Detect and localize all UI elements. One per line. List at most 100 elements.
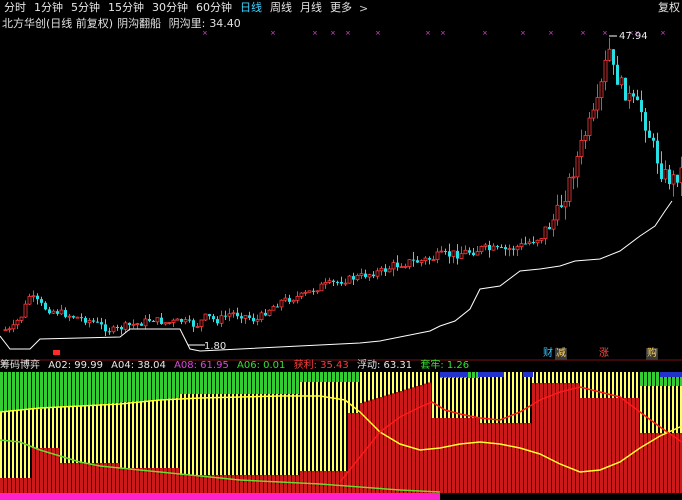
- red-bar: [104, 463, 108, 493]
- tab-daily[interactable]: 日线: [236, 0, 266, 16]
- candle-body: [579, 139, 584, 157]
- yellow-bar: [408, 372, 410, 389]
- yellow-bar: [332, 382, 334, 471]
- candle-body: [543, 226, 548, 239]
- yellow-bar: [64, 406, 66, 463]
- candle-body: [355, 275, 360, 280]
- yellow-bar: [644, 386, 646, 433]
- red-bar: [432, 418, 436, 493]
- chart-title-bar: 北方华创(日线 前复权) 阴沟翻船 阴沟里: 34.40: [2, 17, 245, 31]
- candle-body: [668, 169, 671, 185]
- red-bar: [564, 383, 568, 493]
- yellow-bar: [96, 404, 98, 463]
- red-bar: [300, 471, 304, 493]
- red-bar: [380, 397, 384, 493]
- candle-body: [188, 319, 191, 321]
- green-bar: [200, 372, 203, 394]
- tab-30min[interactable]: 30分钟: [148, 0, 192, 16]
- red-bar: [492, 423, 496, 493]
- red-bar: [416, 386, 420, 493]
- candle-body: [451, 250, 456, 257]
- red-bar: [584, 398, 588, 493]
- candle-body: [527, 241, 532, 245]
- candle-body: [555, 204, 560, 221]
- red-bar: [176, 468, 180, 493]
- tab-weekly[interactable]: 周线: [266, 0, 296, 16]
- chip-game-chart[interactable]: [0, 372, 682, 500]
- sub-indicator-header: 筹码博弈 A02: 99.99 A04: 38.04 A08: 61.95 A0…: [0, 360, 682, 372]
- candle-body: [212, 316, 215, 320]
- tab-5min[interactable]: 5分钟: [67, 0, 104, 16]
- green-bar: [152, 372, 155, 400]
- red-bar: [348, 413, 352, 493]
- candle-body: [140, 323, 143, 326]
- green-bar: [4, 372, 7, 412]
- yellow-bar: [484, 372, 486, 423]
- yellow-bar: [124, 402, 126, 468]
- green-bar: [148, 372, 151, 401]
- x-mark: ×: [548, 31, 554, 37]
- red-bar: [44, 448, 48, 493]
- candle-body: [192, 320, 195, 327]
- candle-body: [195, 326, 200, 328]
- yellow-bar: [228, 394, 230, 475]
- candle-body: [248, 315, 251, 318]
- green-bar: [264, 372, 267, 394]
- red-bar: [76, 463, 80, 493]
- candle-body: [619, 77, 624, 86]
- green-bar: [136, 372, 139, 402]
- red-bar: [40, 448, 44, 493]
- restore-rights-button[interactable]: 复权: [658, 0, 680, 16]
- red-bar: [200, 475, 204, 493]
- red-bar: [320, 471, 324, 493]
- candlestick-chart[interactable]: × × × × × × × × × × × × × × × × 47.94 1.80: [0, 31, 682, 361]
- red-bar: [512, 423, 516, 493]
- red-bar: [664, 433, 668, 493]
- tab-15min[interactable]: 15分钟: [104, 0, 148, 16]
- candle-body: [116, 327, 119, 329]
- red-bar: [316, 471, 320, 493]
- red-bar: [536, 383, 540, 493]
- a06-value: A06: 0.01: [237, 360, 286, 371]
- yellow-bar: [368, 372, 370, 401]
- candle-body: [36, 295, 39, 300]
- candle-body: [439, 250, 444, 253]
- stock-name: 北方华创(日线 前复权): [2, 17, 114, 30]
- red-bar: [624, 398, 628, 493]
- candle-body: [255, 319, 260, 322]
- green-bar: [308, 372, 311, 382]
- tab-1min[interactable]: 1分钟: [30, 0, 67, 16]
- candle-body: [463, 249, 468, 255]
- red-bar: [592, 398, 596, 493]
- tab-more[interactable]: 更多: [326, 0, 356, 16]
- green-bar: [268, 372, 271, 394]
- tab-monthly[interactable]: 月线: [296, 0, 326, 16]
- chevron-right-icon[interactable]: >: [356, 2, 371, 15]
- yellow-bar: [428, 372, 430, 383]
- yellow-bar: [444, 378, 446, 418]
- green-bar: [172, 372, 175, 399]
- tab-intraday[interactable]: 分时: [0, 0, 30, 16]
- x-mark: ×: [602, 31, 608, 37]
- red-bar: [204, 475, 208, 493]
- yellow-bar: [676, 386, 678, 433]
- candle-body: [652, 137, 655, 141]
- red-bar: [508, 423, 512, 493]
- candle-body: [539, 238, 544, 241]
- candle-body: [315, 290, 320, 293]
- red-bar: [88, 463, 92, 493]
- marker-jian: 减: [555, 348, 567, 360]
- yellow-bar: [344, 382, 346, 471]
- yellow-bar: [88, 404, 90, 463]
- green-bar: [92, 372, 95, 405]
- yellow-bar: [668, 386, 670, 433]
- red-bar: [12, 478, 16, 493]
- tab-60min[interactable]: 60分钟: [192, 0, 236, 16]
- candle-body: [660, 163, 663, 179]
- green-bar: [24, 372, 27, 411]
- x-mark: ×: [270, 31, 276, 37]
- yellow-bar: [376, 372, 378, 399]
- yellow-bar: [544, 372, 546, 383]
- red-bar: [184, 475, 188, 493]
- marker-cai: 财: [543, 348, 553, 359]
